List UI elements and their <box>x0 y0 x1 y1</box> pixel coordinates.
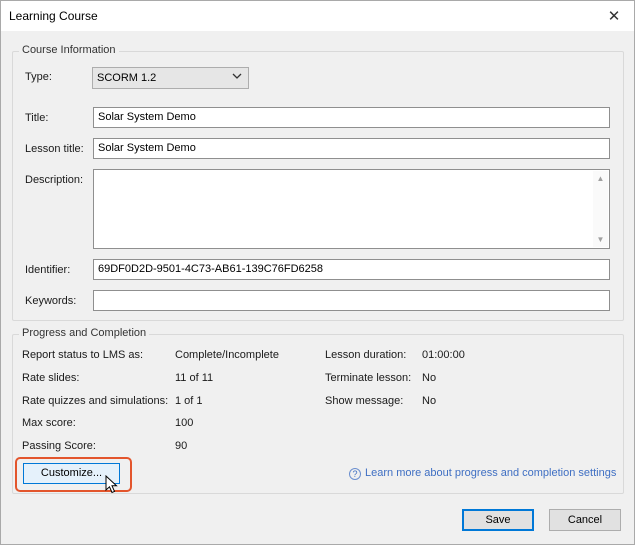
rate-quizzes-label: Rate quizzes and simulations: <box>22 395 169 407</box>
mouse-pointer-icon <box>105 475 118 494</box>
help-link-text: Learn more about progress and completion… <box>365 467 617 479</box>
description-field[interactable]: ▲ ▼ <box>93 169 610 249</box>
terminate-lesson-value: No <box>422 372 437 384</box>
max-score-label: Max score: <box>22 417 76 429</box>
keywords-field[interactable] <box>93 290 610 311</box>
show-message-value: No <box>422 395 437 407</box>
type-label: Type: <box>25 71 52 83</box>
help-circle-icon: ? <box>349 468 361 480</box>
description-scrollbar[interactable]: ▲ ▼ <box>593 171 608 247</box>
close-icon[interactable]: ✕ <box>594 1 634 31</box>
terminate-lesson-label: Terminate lesson: <box>325 372 412 384</box>
max-score-value: 100 <box>175 417 194 429</box>
lesson-title-field[interactable]: Solar System Demo <box>93 138 610 159</box>
save-button[interactable]: Save <box>462 509 534 531</box>
learning-course-dialog: Learning Course ✕ Course Information Typ… <box>0 0 635 545</box>
rate-slides-label: Rate slides: <box>22 372 80 384</box>
passing-score-label: Passing Score: <box>22 440 96 452</box>
type-select-value: SCORM 1.2 <box>97 72 157 84</box>
lesson-duration-value: 01:00:00 <box>422 349 465 361</box>
help-link[interactable]: ? Learn more about progress and completio… <box>349 467 616 480</box>
identifier-label: Identifier: <box>25 264 71 276</box>
keywords-label: Keywords: <box>25 295 77 307</box>
scroll-down-icon[interactable]: ▼ <box>593 232 608 247</box>
course-information-label: Course Information <box>19 44 119 56</box>
type-select[interactable]: SCORM 1.2 <box>92 67 249 89</box>
lesson-duration-label: Lesson duration: <box>325 349 407 361</box>
rate-quizzes-value: 1 of 1 <box>175 395 203 407</box>
progress-completion-label: Progress and Completion <box>19 327 150 339</box>
identifier-field[interactable]: 69DF0D2D-9501-4C73-AB61-139C76FD6258 <box>93 259 610 280</box>
rate-slides-value: 11 of 11 <box>175 372 214 384</box>
cancel-button[interactable]: Cancel <box>549 509 621 531</box>
chevron-down-icon <box>232 71 242 84</box>
title-bar: Learning Course ✕ <box>1 1 634 31</box>
report-status-value: Complete/Incomplete <box>175 349 279 361</box>
dialog-title: Learning Course <box>9 9 98 23</box>
scroll-up-icon[interactable]: ▲ <box>593 171 608 186</box>
title-field[interactable]: Solar System Demo <box>93 107 610 128</box>
show-message-label: Show message: <box>325 395 404 407</box>
passing-score-value: 90 <box>175 440 188 452</box>
description-label: Description: <box>25 174 84 186</box>
report-status-label: Report status to LMS as: <box>22 349 144 361</box>
title-label: Title: <box>25 112 49 124</box>
lesson-title-label: Lesson title: <box>25 143 84 155</box>
